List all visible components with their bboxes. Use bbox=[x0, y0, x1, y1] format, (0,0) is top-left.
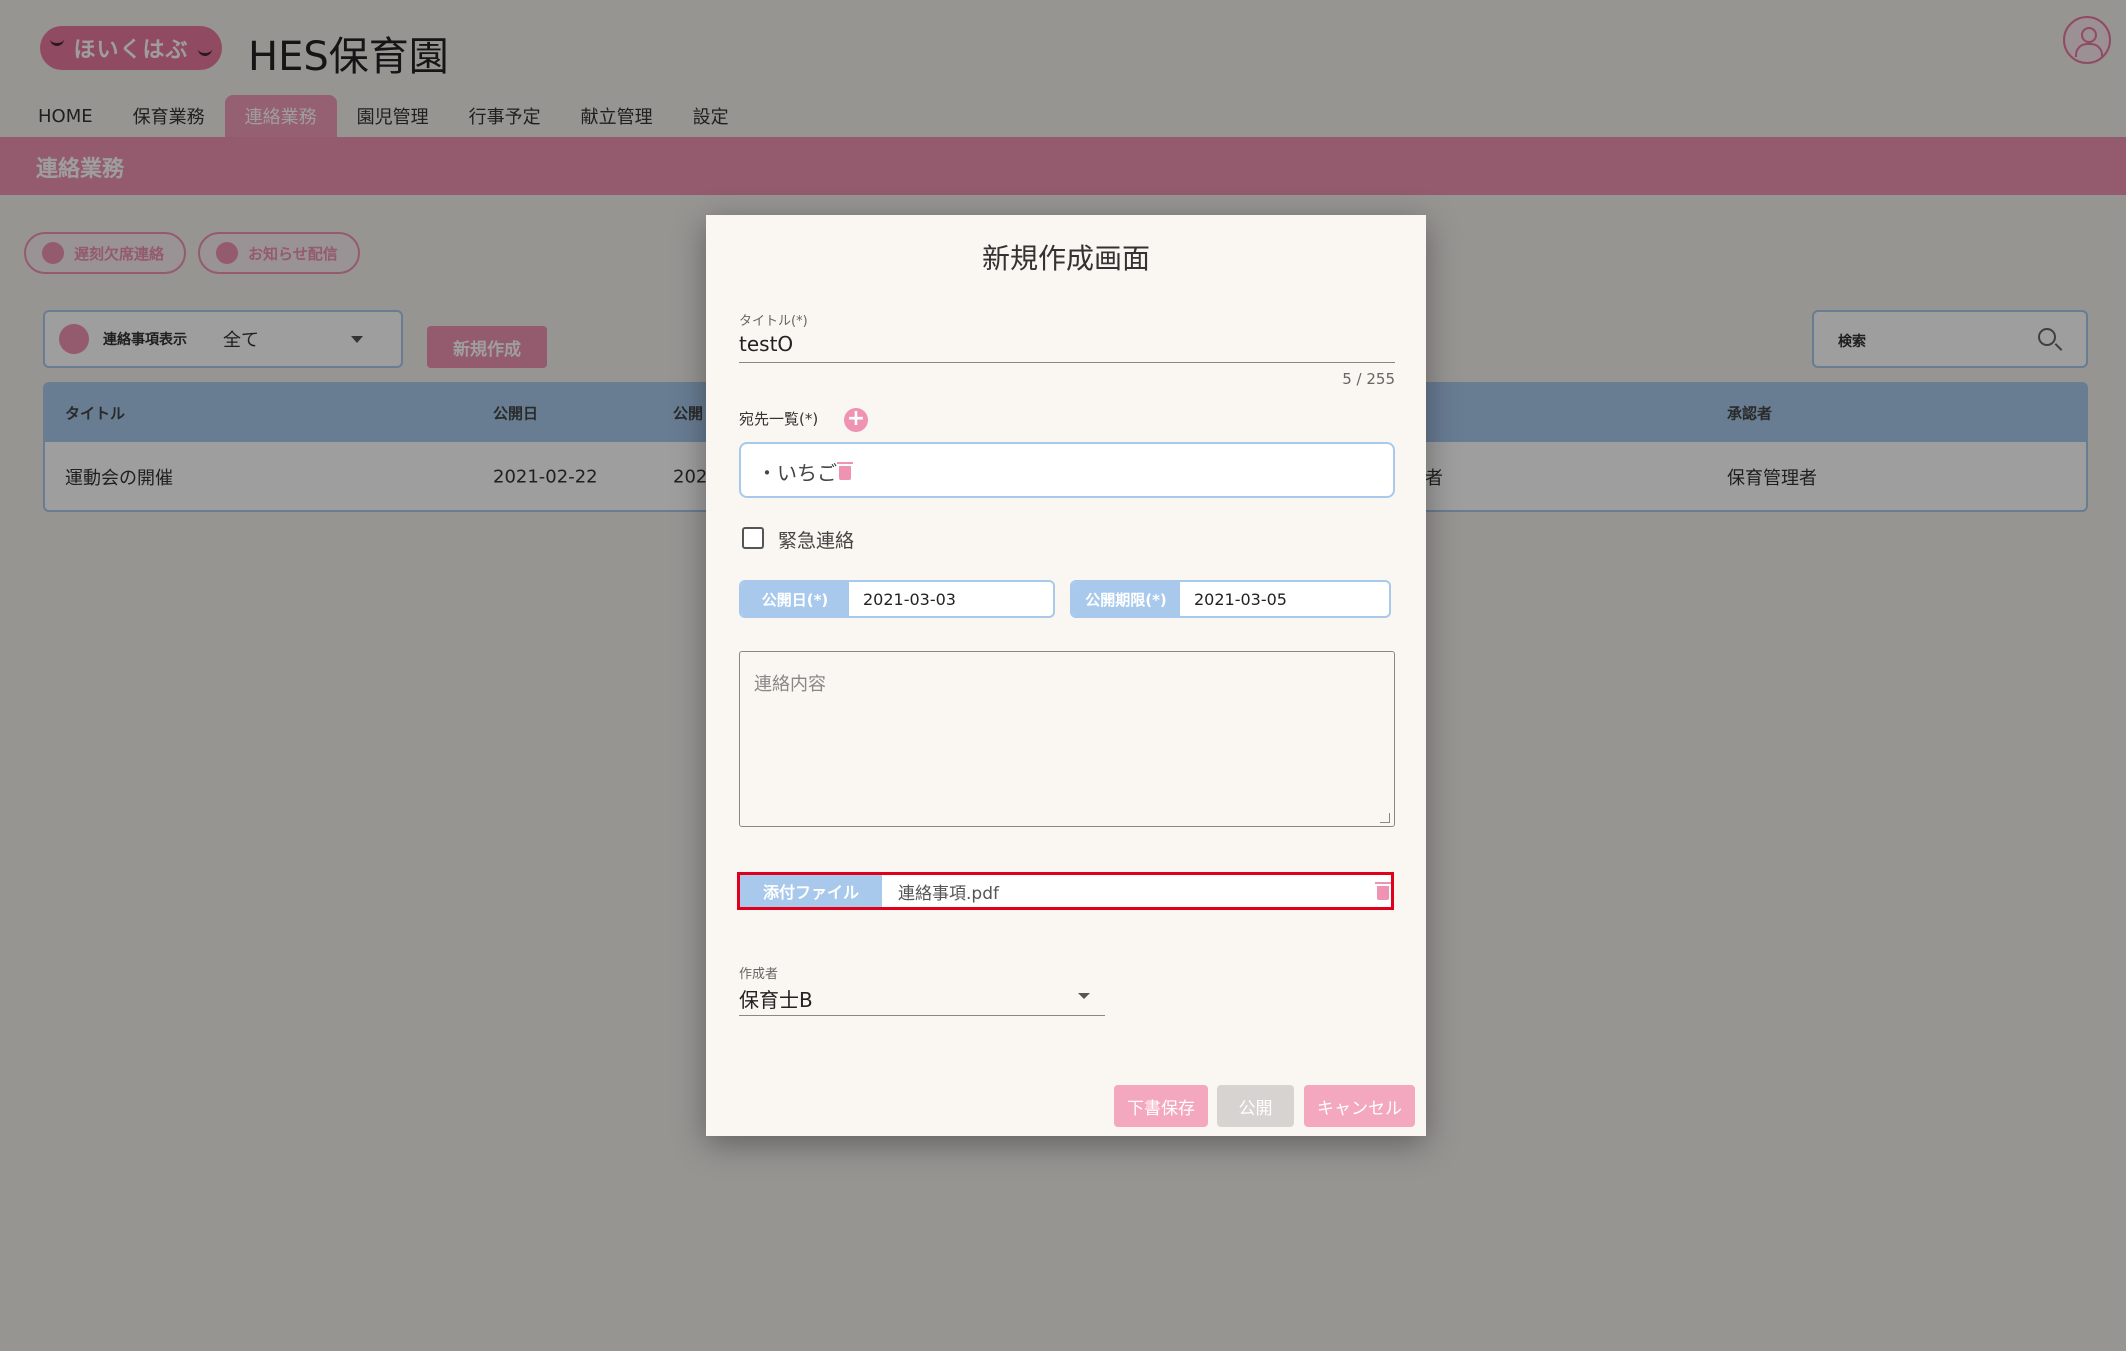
cancel-button[interactable]: キャンセル bbox=[1304, 1085, 1415, 1127]
add-destination-icon[interactable]: + bbox=[844, 408, 868, 432]
attachment-field[interactable]: 添付ファイル 連絡事項.pdf bbox=[737, 872, 1394, 910]
resize-handle-icon[interactable] bbox=[1380, 813, 1390, 823]
urgent-checkbox[interactable] bbox=[742, 527, 764, 549]
title-field-label: タイトル(*) bbox=[739, 314, 808, 329]
content-placeholder: 連絡内容 bbox=[754, 674, 826, 695]
title-underline bbox=[739, 362, 1395, 363]
publish-button[interactable]: 公開 bbox=[1217, 1085, 1294, 1127]
destinations-box: ・いちご bbox=[739, 442, 1395, 498]
trash-icon[interactable] bbox=[837, 462, 853, 480]
destination-item: ・いちご bbox=[757, 461, 837, 485]
title-input[interactable]: testO bbox=[739, 332, 793, 356]
publish-limit-input[interactable]: 2021-03-05 bbox=[1180, 582, 1287, 616]
attachment-filename: 連絡事項.pdf bbox=[898, 883, 999, 904]
create-dialog: 新規作成画面 タイトル(*) testO 5 / 255 宛先一覧(*) + ・… bbox=[706, 215, 1426, 1136]
content-textarea[interactable]: 連絡内容 bbox=[739, 651, 1395, 827]
publish-limit-field[interactable]: 公開期限(*) 2021-03-05 bbox=[1070, 580, 1391, 618]
publish-date-input[interactable]: 2021-03-03 bbox=[849, 582, 956, 616]
publish-limit-label: 公開期限(*) bbox=[1072, 582, 1180, 616]
publish-date-label: 公開日(*) bbox=[741, 582, 849, 616]
title-char-counter: 5 / 255 bbox=[1342, 370, 1395, 388]
chevron-down-icon[interactable] bbox=[1078, 993, 1090, 999]
attachment-label: 添付ファイル bbox=[740, 875, 882, 907]
author-underline bbox=[739, 1015, 1105, 1016]
destinations-label: 宛先一覧(*) bbox=[739, 410, 819, 428]
author-select[interactable]: 保育士B bbox=[739, 984, 813, 1013]
draft-save-button[interactable]: 下書保存 bbox=[1114, 1085, 1208, 1127]
publish-date-field[interactable]: 公開日(*) 2021-03-03 bbox=[739, 580, 1055, 618]
dialog-title: 新規作成画面 bbox=[981, 242, 1150, 275]
urgent-label: 緊急連絡 bbox=[778, 530, 855, 552]
trash-icon[interactable] bbox=[1375, 882, 1391, 900]
author-label: 作成者 bbox=[739, 967, 779, 982]
